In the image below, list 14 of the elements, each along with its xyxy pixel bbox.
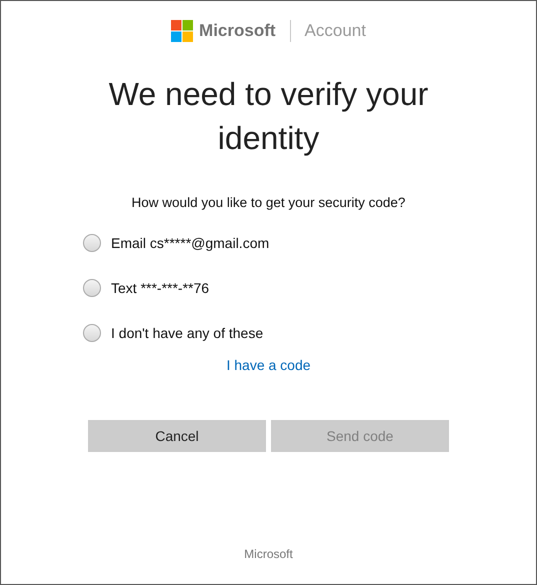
have-code-link[interactable]: I have a code bbox=[226, 357, 311, 373]
radio-option[interactable]: I don't have any of these bbox=[83, 320, 270, 345]
radio-option[interactable]: Email cs*****@gmail.com bbox=[83, 230, 270, 255]
radio-button[interactable] bbox=[83, 234, 101, 252]
radio-option[interactable]: Text ***-***-**76 bbox=[83, 275, 270, 300]
footer-text: Microsoft bbox=[244, 547, 293, 561]
section-name: Account bbox=[304, 21, 366, 41]
page-title: We need to verify your identity bbox=[108, 75, 430, 158]
question-text: How would you like to get your security code? bbox=[132, 195, 406, 210]
logo-icon bbox=[171, 20, 194, 42]
radio-button[interactable] bbox=[83, 278, 101, 296]
cancel-button[interactable]: Cancel bbox=[88, 420, 266, 452]
radio-button[interactable] bbox=[83, 324, 101, 342]
brand-name: Microsoft bbox=[199, 21, 276, 41]
